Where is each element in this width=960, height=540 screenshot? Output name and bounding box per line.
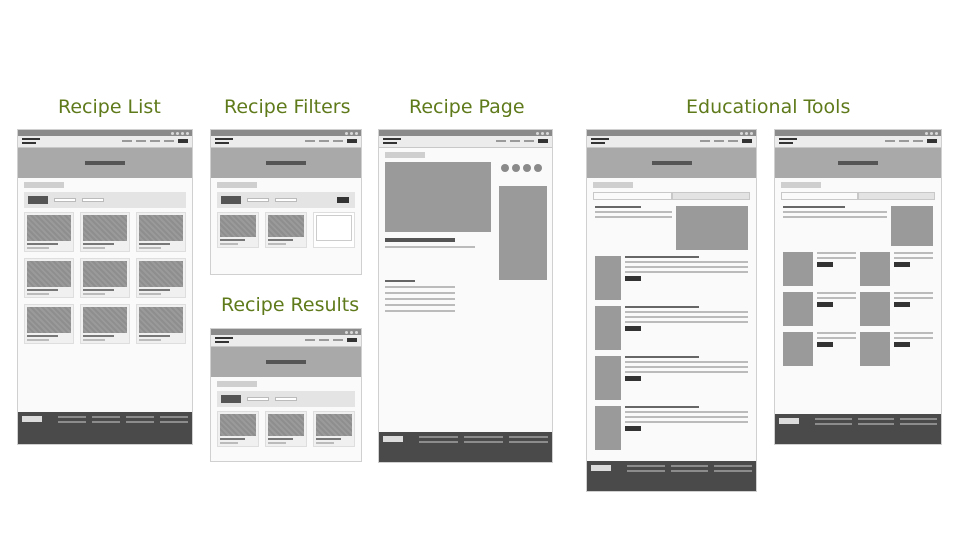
wireframe-recipe-filters [210, 129, 362, 275]
title-recipe-list: Recipe List [58, 96, 161, 118]
recipe-card [136, 212, 186, 252]
recipe-card [24, 258, 74, 298]
recipe-card [136, 258, 186, 298]
recipe-card [80, 304, 130, 344]
title-educational-tools: Educational Tools [686, 96, 851, 118]
recipe-card [80, 212, 130, 252]
wireframe-educational-tools-1 [586, 129, 757, 492]
recipe-card [24, 304, 74, 344]
share-icons [501, 164, 542, 172]
breadcrumb [24, 182, 64, 188]
recipe-card [136, 304, 186, 344]
page-hero [18, 148, 192, 178]
title-recipe-filters: Recipe Filters [224, 96, 351, 118]
recipe-card [80, 258, 130, 298]
recipe-hero-image [385, 162, 491, 232]
ingredients-instructions [385, 280, 545, 376]
tool-tabs [593, 192, 750, 200]
title-recipe-results: Recipe Results [221, 294, 360, 316]
recipe-search-bar [24, 192, 186, 208]
filter-bar [217, 192, 355, 208]
recipe-grid [24, 212, 186, 344]
recipe-card [24, 212, 74, 252]
wireframe-educational-tools-2 [774, 129, 942, 445]
title-recipe-page: Recipe Page [409, 96, 525, 118]
nutrition-panel [499, 186, 547, 280]
site-nav [18, 136, 192, 148]
wireframe-recipe-list [17, 129, 193, 445]
logo [22, 138, 40, 145]
site-footer [18, 412, 192, 444]
wireframe-recipe-results [210, 328, 362, 462]
wireframe-recipe-page [378, 129, 553, 463]
